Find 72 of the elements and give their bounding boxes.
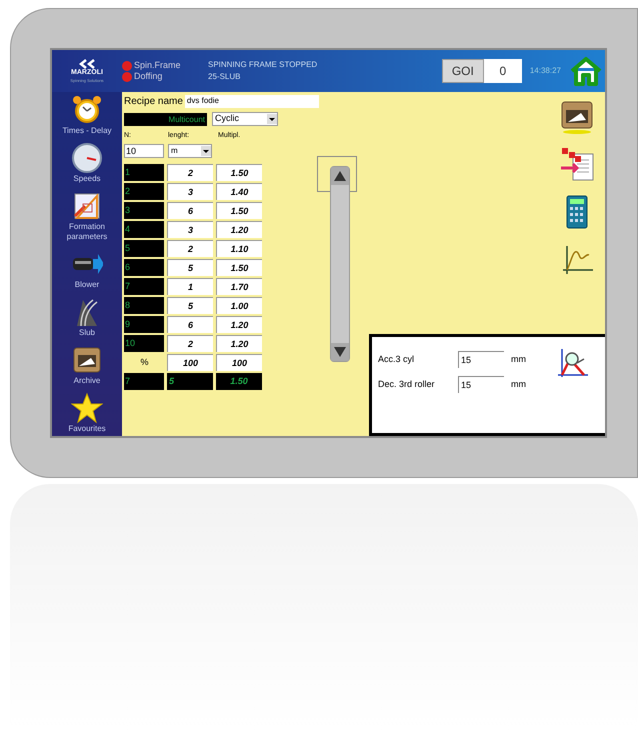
table-cell[interactable]: 1.20: [216, 316, 262, 333]
table-cell: 2: [124, 183, 164, 200]
sidebar-item[interactable]: Slub: [71, 296, 103, 338]
sidebar-item[interactable]: Favourites: [68, 392, 106, 434]
table-cell[interactable]: 5: [167, 259, 213, 276]
table-cell[interactable]: 5: [167, 297, 213, 314]
clock-time: 14:38:27: [528, 65, 562, 77]
table-cell: 7: [124, 373, 164, 390]
mode-display: Multicount: [124, 112, 207, 126]
dropdown-caret-icon: [267, 114, 277, 124]
table-cell[interactable]: 2: [167, 164, 213, 181]
sidebar-item[interactable]: Archive: [71, 344, 103, 386]
table-cell: 3: [124, 202, 164, 219]
table-cell: 7: [124, 278, 164, 295]
status-label: Doffing: [134, 71, 162, 82]
alarm-clock-icon: [70, 94, 103, 126]
count-field[interactable]: 10: [124, 144, 164, 158]
table-cell[interactable]: 2: [167, 335, 213, 352]
table-cell: 8: [124, 297, 164, 314]
counter-field: 0: [484, 59, 522, 83]
sidebar-item[interactable]: Formation parameters: [52, 190, 122, 242]
sidebar-item[interactable]: Times - Delay: [62, 94, 112, 136]
table-cell[interactable]: 5: [167, 373, 213, 390]
home-icon[interactable]: [569, 56, 603, 86]
unit-label: mm: [510, 378, 526, 391]
table-cell: 6: [124, 259, 164, 276]
star-icon: [70, 392, 103, 424]
sidebar-item[interactable]: Blower: [71, 248, 103, 290]
table-cell[interactable]: 100: [167, 354, 213, 371]
table-cell[interactable]: 1.10: [216, 240, 262, 257]
status-message: SPINNING FRAME STOPPED: [208, 59, 318, 71]
recipe-name-field[interactable]: dvs fodie: [184, 95, 319, 108]
table-cell[interactable]: 1.50: [216, 259, 262, 276]
scroll-down-icon[interactable]: [331, 343, 349, 361]
table-cell[interactable]: 6: [167, 316, 213, 333]
table-cell: 1: [124, 164, 164, 181]
input-field[interactable]: 15: [458, 376, 504, 393]
dropdown-caret-icon: [201, 146, 211, 156]
table-cell[interactable]: 1.00: [216, 297, 262, 314]
scroll-up-icon[interactable]: [331, 167, 349, 185]
table-cell[interactable]: 1.50: [216, 202, 262, 219]
table-cell[interactable]: 1.20: [216, 335, 262, 352]
table-cell: 4: [124, 221, 164, 238]
mode-select[interactable]: Cyclic: [212, 112, 278, 126]
table-cell[interactable]: 2: [167, 240, 213, 257]
gauge-icon: [71, 142, 103, 174]
table-cell-text: %: [139, 356, 150, 369]
table-cell[interactable]: 1: [167, 278, 213, 295]
field-label: Acc.3 cyl: [378, 352, 416, 366]
sidebar-item[interactable]: Speeds: [71, 142, 103, 184]
table-cell: 9: [124, 316, 164, 333]
table-cell[interactable]: 1.50: [216, 373, 262, 390]
table-cell[interactable]: 1.70: [216, 278, 262, 295]
document-with-arrow-icon[interactable]: [559, 146, 595, 182]
table-cell[interactable]: 1.20: [216, 221, 262, 238]
table-cell[interactable]: 3: [167, 221, 213, 238]
table-cell[interactable]: 3: [167, 183, 213, 200]
status-label: Spin.Frame: [134, 60, 181, 71]
table-cell[interactable]: 1.50: [216, 164, 262, 181]
field-label: Dec. 3rd roller: [378, 378, 436, 391]
unit-label: mm: [510, 352, 526, 366]
unit-select[interactable]: m: [168, 144, 212, 158]
table-cell: 10: [124, 335, 164, 352]
table-cell[interactable]: 100: [216, 354, 262, 371]
logo-mark-icon: [78, 59, 96, 70]
status-message: 25-SLUB: [208, 71, 242, 83]
field-label: Recipe name: [124, 95, 183, 109]
table-cell[interactable]: 6: [167, 202, 213, 219]
table-cell: 5: [124, 240, 164, 257]
input-field[interactable]: 15: [458, 351, 504, 368]
goi-button[interactable]: GOI: [442, 59, 484, 83]
table-cell[interactable]: 1.40: [216, 183, 262, 200]
